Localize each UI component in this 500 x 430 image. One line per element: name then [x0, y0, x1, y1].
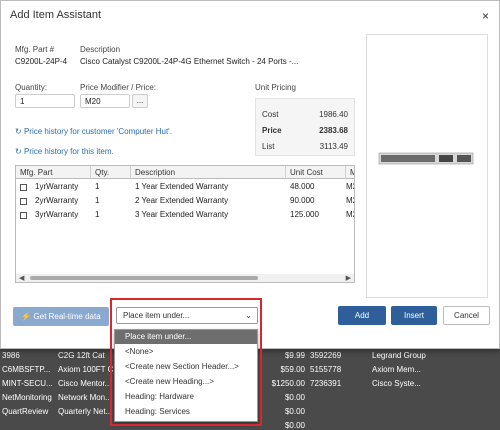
column-header-mfg-part[interactable]: Mfg. Part — [16, 166, 91, 179]
row-qty: 1 — [95, 182, 100, 191]
get-realtime-data-label: Get Real-time data — [33, 312, 101, 321]
bg-cell: MINT-SECU... — [2, 379, 53, 388]
bg-cell: 3592269 — [310, 351, 342, 360]
bg-cell: Cisco Syste... — [372, 379, 421, 388]
row-checkbox[interactable] — [20, 198, 27, 205]
bg-cell: Axiom 100FT C... — [58, 365, 113, 374]
bg-cell: $0.00 — [284, 421, 305, 430]
price-modifier-input[interactable] — [80, 94, 130, 108]
item-price-history-label: Price history for this item. — [23, 147, 114, 156]
row-unit-cost: 48.000 — [290, 182, 315, 191]
switch-product-image — [378, 152, 474, 165]
row-checkbox[interactable] — [20, 184, 27, 191]
row-unit-cost: 125.000 — [290, 210, 319, 219]
scroll-left-icon[interactable]: ◀ — [19, 274, 24, 282]
close-icon[interactable]: × — [482, 9, 489, 23]
bg-cell: Legrand Group — [372, 351, 426, 360]
dropdown-option[interactable]: <Create new Heading...> — [115, 375, 257, 389]
cancel-button[interactable]: Cancel — [443, 306, 490, 325]
bg-cell: $0.00 — [284, 407, 305, 416]
add-button[interactable]: Add — [338, 306, 386, 325]
history-icon: ↻ — [15, 147, 24, 156]
dropdown-option[interactable]: <Create new Section Header...> — [115, 360, 257, 374]
quantity-input[interactable] — [15, 94, 75, 108]
bg-cell: Quarterly Net... — [58, 407, 113, 416]
bg-cell: $9.99 — [284, 351, 305, 360]
row-description: 3 Year Extended Warranty — [135, 210, 229, 219]
bg-cell: QuartReview — [2, 407, 49, 416]
chevron-down-icon: ⌄ — [245, 311, 252, 320]
row-m: M2 — [346, 182, 354, 191]
bg-cell: $59.00 — [280, 365, 305, 374]
place-item-under-dropdown: Place item under... <None> <Create new S… — [114, 329, 258, 422]
history-icon: ↻ — [15, 127, 24, 136]
cost-label: Cost — [262, 110, 279, 119]
bg-cell: Axiom Mem... — [372, 365, 421, 374]
unit-pricing-label: Unit Pricing — [255, 83, 296, 92]
mfg-part-label: Mfg. Part # — [15, 45, 55, 54]
price-label: Price — [262, 126, 282, 135]
row-part: 2yrWarranty — [35, 196, 79, 205]
column-header-m[interactable]: M — [346, 166, 354, 179]
item-price-history-link[interactable]: ↻ Price history for this item. — [15, 147, 114, 156]
price-modifier-label: Price Modifier / Price: — [80, 83, 157, 92]
bg-cell: NetMonitoring — [2, 393, 52, 402]
row-description: 1 Year Extended Warranty — [135, 182, 229, 191]
get-realtime-data-button[interactable]: ⚡ Get Real-time data — [13, 307, 109, 326]
bg-cell: Cisco Mentor... — [58, 379, 112, 388]
row-m: M2 — [346, 196, 354, 205]
dropdown-option[interactable]: Heading: Services — [115, 405, 257, 419]
row-part: 1yrWarranty — [35, 182, 79, 191]
description-value: Cisco Catalyst C9200L-24P-4G Ethernet Sw… — [80, 57, 299, 66]
column-header-unit-cost[interactable]: Unit Cost — [286, 166, 346, 179]
row-qty: 1 — [95, 196, 100, 205]
mfg-part-value: C9200L-24P-4 — [15, 57, 68, 66]
row-m: M2 — [346, 210, 354, 219]
row-part: 3yrWarranty — [35, 210, 79, 219]
bg-cell: 7236391 — [310, 379, 342, 388]
add-item-dialog: Add Item Assistant × Mfg. Part # C9200L-… — [0, 0, 500, 349]
place-item-under-select[interactable]: Place item under... ⌄ — [116, 307, 258, 324]
price-value: 2383.68 — [319, 126, 348, 135]
bg-cell: 3986 — [2, 351, 20, 360]
bg-cell: Network Mon... — [58, 393, 112, 402]
row-checkbox[interactable] — [20, 212, 27, 219]
price-modifier-button[interactable]: ... — [132, 94, 148, 108]
list-value: 3113.49 — [319, 142, 348, 151]
scrollbar-thumb[interactable] — [30, 276, 258, 280]
bg-cell: 5155778 — [310, 365, 342, 374]
lightning-icon: ⚡ — [21, 312, 34, 321]
dropdown-option[interactable]: Heading: Hardware — [115, 390, 257, 404]
row-qty: 1 — [95, 210, 100, 219]
scroll-right-icon[interactable]: ▶ — [346, 274, 351, 282]
unit-pricing-box: Cost 1986.40 Price 2383.68 List 3113.49 — [255, 98, 355, 156]
quantity-label: Quantity: — [15, 83, 48, 92]
customer-price-history-label: Price history for customer 'Computer Hut… — [23, 127, 172, 136]
dialog-title: Add Item Assistant — [10, 9, 102, 21]
insert-button[interactable]: Insert — [391, 306, 437, 325]
bg-cell: C6MBSFTP... — [2, 365, 51, 374]
description-label: Description — [80, 45, 121, 54]
dropdown-option[interactable]: <None> — [115, 345, 257, 359]
place-item-under-value: Place item under... — [123, 311, 190, 320]
horizontal-scrollbar[interactable]: ◀ ▶ — [16, 274, 354, 282]
list-label: List — [262, 142, 275, 151]
bg-cell: C2G 12ft Cat — [58, 351, 105, 360]
dropdown-option[interactable]: Place item under... — [115, 330, 257, 344]
column-header-description[interactable]: Description — [131, 166, 286, 179]
row-description: 2 Year Extended Warranty — [135, 196, 229, 205]
column-header-qty[interactable]: Qty. — [91, 166, 131, 179]
bg-cell: $0.00 — [284, 393, 305, 402]
related-items-table: Mfg. Part Qty. Description Unit Cost M 1… — [15, 165, 355, 283]
bg-cell: $1250.00 — [271, 379, 305, 388]
cost-value: 1986.40 — [319, 110, 348, 119]
row-unit-cost: 90.000 — [290, 196, 315, 205]
customer-price-history-link[interactable]: ↻ Price history for customer 'Computer H… — [15, 127, 172, 136]
product-image-panel — [366, 34, 488, 298]
